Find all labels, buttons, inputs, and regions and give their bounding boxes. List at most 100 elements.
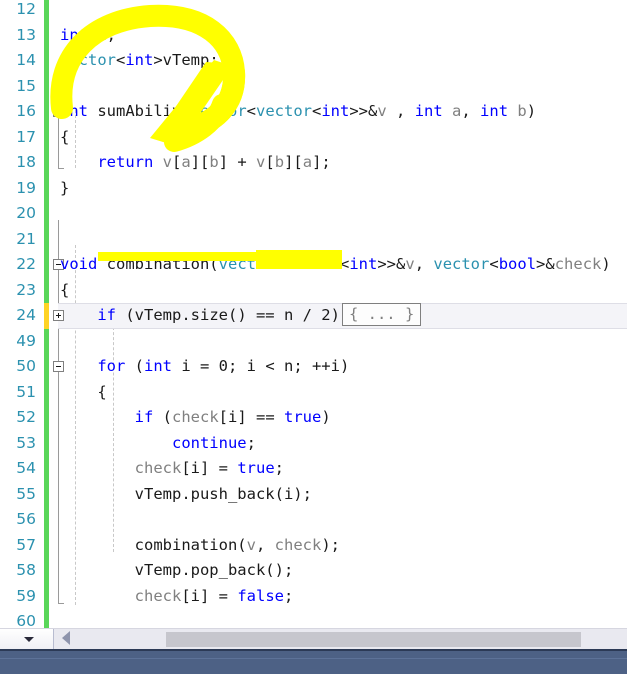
code-line-row[interactable]: 19}: [0, 175, 627, 201]
code-text: {: [60, 280, 70, 299]
change-bar-saved: [44, 201, 49, 227]
status-bar-divider: [0, 658, 627, 659]
line-number: 59: [16, 586, 36, 605]
code-line-row[interactable]: 18 return v[a][b] + v[b][a];: [0, 150, 627, 176]
code-text: for (int i = 0; i < n; ++i): [97, 357, 350, 375]
code-text: {: [60, 127, 70, 146]
code-text: vTemp.push_back(i);: [60, 484, 312, 503]
code-text: void combination(vector<vector<int>>&v, …: [60, 255, 611, 273]
change-bar-saved: [44, 379, 49, 405]
code-line-row[interactable]: 54 check[i] = true;: [0, 456, 627, 482]
line-number: 13: [16, 25, 36, 44]
line-number: 24: [16, 306, 36, 324]
line-number: 57: [16, 535, 36, 554]
line-number: 22: [16, 255, 36, 273]
change-bar-saved: [44, 0, 49, 23]
code-line-row[interactable]: 51 {: [0, 379, 627, 405]
code-line-row[interactable]: 50 for (int i = 0; i < n; ++i): [0, 354, 627, 380]
change-bar-saved: [44, 532, 49, 558]
change-bar-saved: [44, 456, 49, 482]
change-bar-saved: [44, 430, 49, 456]
collapsed-block-badge[interactable]: { ... }: [341, 303, 422, 326]
line-number: 51: [16, 382, 36, 401]
code-line-row[interactable]: 13 int n;: [0, 22, 627, 48]
change-bar-saved: [44, 48, 49, 74]
horizontal-scrollbar[interactable]: [0, 628, 627, 649]
code-text: vTemp.pop_back();: [60, 561, 294, 579]
chevron-down-icon: [24, 637, 34, 642]
code-line-row[interactable]: 58 vTemp.pop_back();: [0, 558, 627, 584]
status-bar: [0, 649, 627, 674]
line-number: 17: [16, 127, 36, 146]
code-line-row[interactable]: 52 if (check[i] == true): [0, 405, 627, 431]
line-number: 53: [16, 433, 36, 452]
change-bar-saved: [44, 226, 49, 252]
code-line-row[interactable]: 55 vTemp.push_back(i);: [0, 481, 627, 507]
code-text: check[i] = false;: [134, 586, 294, 605]
change-bar-saved: [44, 405, 49, 431]
code-line-row[interactable]: 16 int sumAbiliy(vector<vector<int>>&v , …: [0, 99, 627, 125]
line-number: 58: [16, 561, 36, 579]
change-bar-saved: [44, 507, 49, 533]
line-number: 60: [16, 612, 36, 628]
code-line-row[interactable]: 17 {: [0, 124, 627, 150]
scrollbar-track[interactable]: [76, 629, 627, 649]
code-text: return v[a][b] + v[b][a];: [97, 153, 331, 171]
code-line-row[interactable]: 49: [0, 328, 627, 354]
triangle-left-icon[interactable]: [62, 631, 70, 645]
code-editor-surface[interactable]: 12 13 int n; 14 vector<int>vTemp; 15 16 int sum…: [0, 0, 627, 628]
code-line-row[interactable]: 59 check[i] = false;: [0, 583, 627, 609]
change-bar-saved: [44, 328, 49, 354]
line-number: 19: [16, 178, 36, 197]
code-line-row[interactable]: 53 continue;: [0, 430, 627, 456]
change-bar-unsaved: [44, 303, 49, 329]
line-number: 16: [16, 102, 36, 120]
line-number: 23: [16, 280, 36, 299]
code-line-row[interactable]: 24 if (vTemp.size() == n / 2){ ... }: [0, 303, 627, 329]
code-text: check[i] = true;: [134, 459, 284, 477]
split-view-button[interactable]: [0, 629, 54, 649]
line-number: 50: [16, 357, 36, 375]
line-number: 12: [16, 0, 36, 18]
line-number: 21: [16, 229, 36, 248]
line-number: 18: [16, 153, 36, 171]
change-bar-saved: [44, 609, 49, 628]
code-line-row[interactable]: 22 void combination(vector<vector<int>>&v…: [0, 252, 627, 278]
code-text: if (check[i] == true): [134, 408, 331, 426]
line-number: 14: [16, 51, 36, 69]
change-bar-saved: [44, 73, 49, 99]
code-line-row[interactable]: 60: [0, 609, 627, 628]
line-number: 49: [16, 331, 36, 350]
code-line-row[interactable]: 57 combination(v, check);: [0, 532, 627, 558]
code-line-row[interactable]: 21: [0, 226, 627, 252]
code-line-row[interactable]: 20: [0, 201, 627, 227]
line-number: 55: [16, 484, 36, 503]
scrollbar-thumb[interactable]: [166, 632, 581, 647]
code-text: continue;: [171, 433, 256, 452]
line-number: 20: [16, 204, 36, 222]
change-bar-saved: [44, 175, 49, 201]
code-line-row[interactable]: 56: [0, 507, 627, 533]
code-text: combination(v, check);: [60, 535, 340, 554]
line-number: 56: [16, 510, 36, 528]
code-text: {: [60, 382, 107, 401]
change-bar-saved: [44, 99, 49, 125]
code-text: int n;: [60, 25, 116, 44]
code-line-row[interactable]: 14 vector<int>vTemp;: [0, 48, 627, 74]
code-line-row[interactable]: 15: [0, 73, 627, 99]
code-text: if (vTemp.size() == n / 2){ ... }: [60, 303, 422, 329]
code-line-row[interactable]: 23 {: [0, 277, 627, 303]
change-bar-saved: [44, 252, 49, 278]
code-text: }: [60, 178, 70, 197]
line-number: 54: [16, 459, 36, 477]
code-line-row[interactable]: 12: [0, 0, 627, 23]
change-bar-saved: [44, 354, 49, 380]
change-bar-saved: [44, 481, 49, 507]
change-bar-saved: [44, 124, 49, 150]
change-bar-saved: [44, 583, 49, 609]
change-bar-saved: [44, 150, 49, 176]
line-number: 52: [16, 408, 36, 426]
line-number: 15: [16, 76, 36, 95]
change-bar-saved: [44, 277, 49, 303]
change-bar-saved: [44, 558, 49, 584]
